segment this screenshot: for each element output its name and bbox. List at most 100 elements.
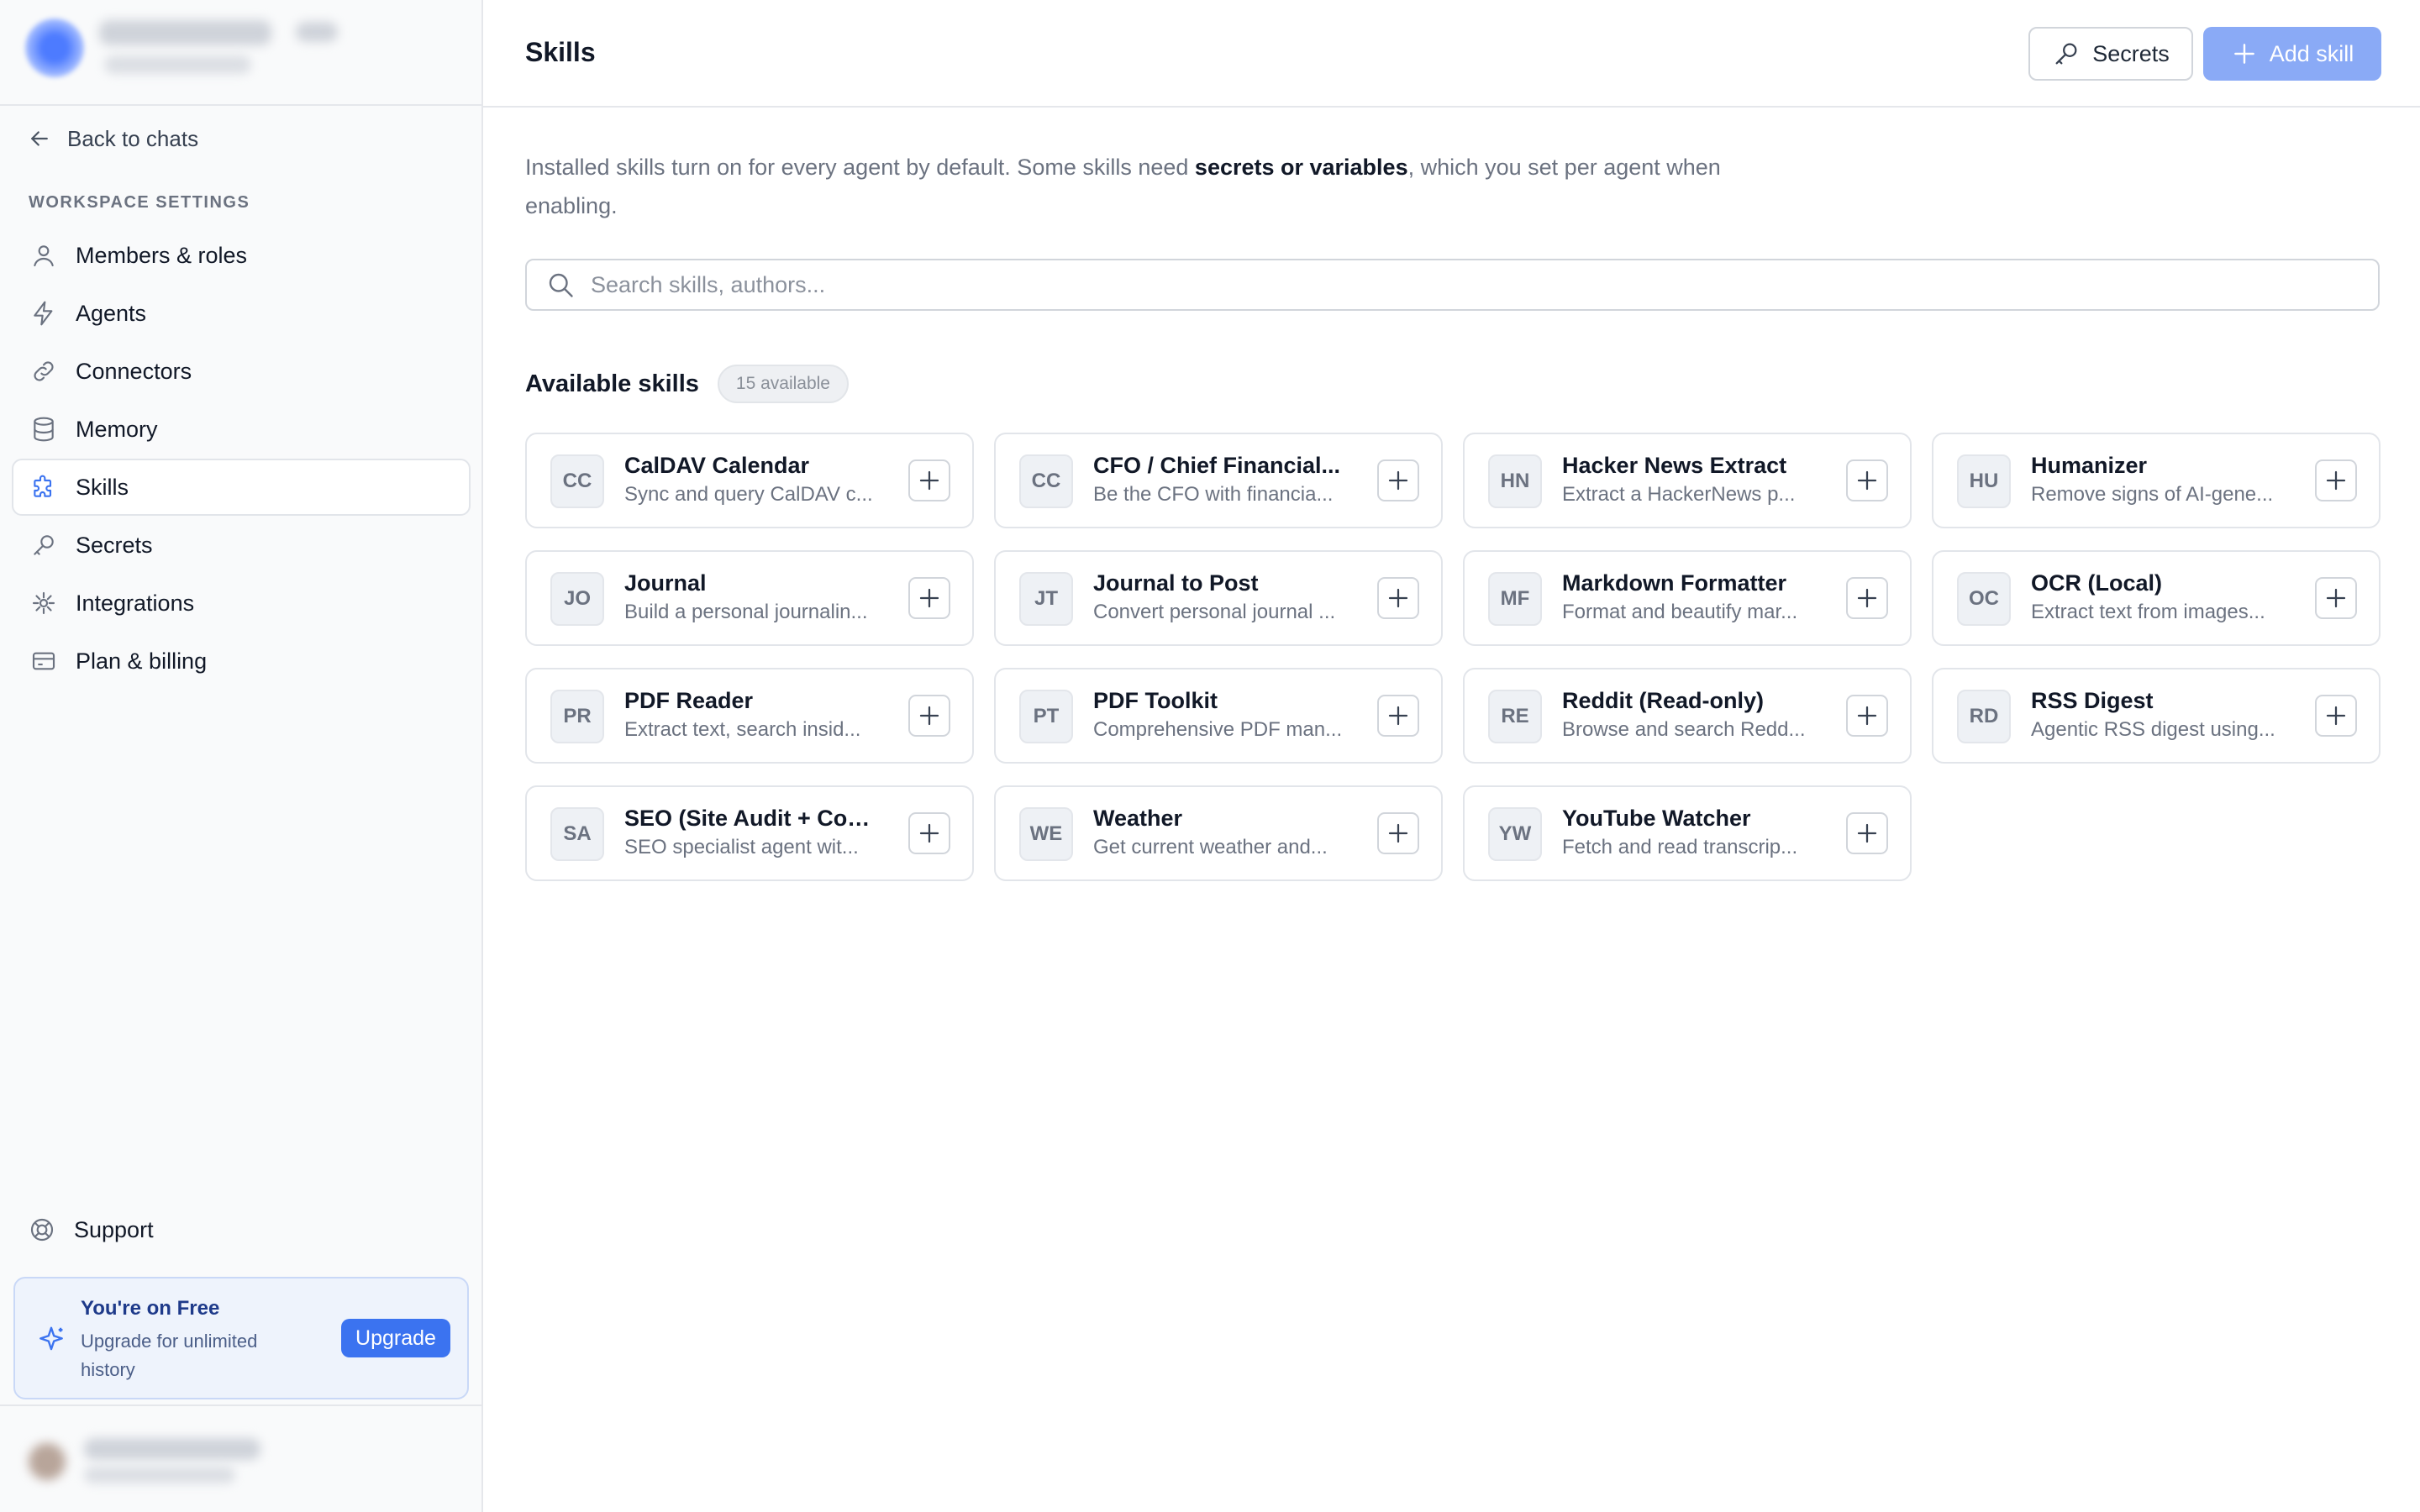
- sidebar-item-skills[interactable]: Skills: [12, 459, 471, 516]
- sidebar-item-label: Skills: [76, 474, 129, 500]
- skill-initials-badge: RD: [1957, 690, 2011, 743]
- add-skill-plus-button[interactable]: [2315, 695, 2357, 737]
- plus-icon: [2326, 588, 2346, 608]
- available-skills-header: Available skills 15 available: [525, 365, 849, 403]
- plus-icon: [1388, 470, 1408, 491]
- skill-card[interactable]: RE Reddit (Read-only) Browse and search Re…: [1463, 668, 1912, 764]
- skill-initials-badge: SA: [550, 807, 604, 861]
- user-name-redacted: [84, 1438, 260, 1460]
- skill-initials-badge: HU: [1957, 454, 2011, 508]
- skill-description: Get current weather and...: [1093, 836, 1328, 858]
- add-skill-plus-button[interactable]: [1846, 459, 1888, 501]
- skill-description: Extract text from images...: [2031, 601, 2265, 623]
- available-skills-title: Available skills: [525, 370, 699, 397]
- upgrade-button[interactable]: Upgrade: [341, 1319, 450, 1357]
- skill-name: PDF Reader: [624, 688, 754, 713]
- support-link[interactable]: Support: [29, 1216, 154, 1243]
- secrets-button[interactable]: Secrets: [2028, 27, 2193, 81]
- skill-name: CFO / Chief Financial...: [1093, 453, 1341, 478]
- sidebar-item-billing[interactable]: Plan & billing: [12, 633, 471, 690]
- sidebar: Back to chats WORKSPACE SETTINGS Members…: [0, 0, 483, 1512]
- plus-icon: [2233, 44, 2254, 64]
- skill-card[interactable]: MF Markdown Formatter Format and beautify …: [1463, 550, 1912, 646]
- sidebar-item-label: Plan & billing: [76, 648, 208, 674]
- add-skill-plus-button[interactable]: [1846, 812, 1888, 854]
- key-icon: [2055, 43, 2077, 65]
- skill-card[interactable]: HU Humanizer Remove signs of AI-gene...: [1932, 433, 2381, 528]
- skill-card[interactable]: CC CalDAV Calendar Sync and query CalDAV c…: [525, 433, 974, 528]
- skill-card[interactable]: PT PDF Toolkit Comprehensive PDF man...: [994, 668, 1443, 764]
- sidebar-item-members[interactable]: Members & roles: [12, 227, 471, 284]
- skill-description: Comprehensive PDF man...: [1093, 718, 1343, 741]
- sidebar-item-label: Memory: [76, 416, 158, 442]
- add-skill-plus-button[interactable]: [908, 695, 950, 737]
- sidebar-item-memory[interactable]: Memory: [12, 401, 471, 458]
- sidebar-item-integrations[interactable]: Integrations: [12, 575, 471, 632]
- workspace-switcher[interactable]: [0, 0, 481, 106]
- add-skill-plus-button[interactable]: [1377, 812, 1419, 854]
- skill-description: Remove signs of AI-gene...: [2031, 483, 2274, 506]
- skill-name: Weather: [1093, 806, 1183, 831]
- user-menu[interactable]: [0, 1404, 483, 1512]
- add-skill-plus-button[interactable]: [1377, 459, 1419, 501]
- plus-icon: [919, 706, 939, 726]
- skill-name: Humanizer: [2031, 453, 2148, 478]
- plus-icon: [1857, 706, 1877, 726]
- skill-card[interactable]: JO Journal Build a personal journalin...: [525, 550, 974, 646]
- key-icon: [34, 535, 54, 555]
- plus-icon: [1388, 588, 1408, 608]
- sidebar-item-connectors[interactable]: Connectors: [12, 343, 471, 400]
- plus-icon: [1388, 823, 1408, 843]
- plus-icon: [1857, 470, 1877, 491]
- skill-name: PDF Toolkit: [1093, 688, 1218, 713]
- skill-card[interactable]: RD RSS Digest Agentic RSS digest using...: [1932, 668, 2381, 764]
- skill-card[interactable]: JT Journal to Post Convert personal journa…: [994, 550, 1443, 646]
- skill-card[interactable]: OC OCR (Local) Extract text from images...: [1932, 550, 2381, 646]
- page-title: Skills: [525, 37, 596, 67]
- search-input[interactable]: [591, 271, 2355, 298]
- plan-subtitle: Upgrade for unlimited history: [81, 1331, 258, 1380]
- add-skill-plus-button[interactable]: [908, 577, 950, 619]
- puzzle-icon: [34, 475, 52, 497]
- skill-card[interactable]: SA SEO (Site Audit + Con... SEO specialist…: [525, 785, 974, 881]
- skill-initials-badge: RE: [1488, 690, 1542, 743]
- plus-icon: [919, 823, 939, 843]
- skill-card[interactable]: PR PDF Reader Extract text, search insid..…: [525, 668, 974, 764]
- add-skill-plus-button[interactable]: [1377, 695, 1419, 737]
- sidebar-item-agents[interactable]: Agents: [12, 285, 471, 342]
- back-to-chats-link[interactable]: Back to chats: [27, 122, 198, 155]
- skill-name: RSS Digest: [2031, 688, 2154, 713]
- search-box[interactable]: [525, 259, 2380, 311]
- skill-name: Markdown Formatter: [1562, 570, 1787, 596]
- add-skill-plus-button[interactable]: [908, 812, 950, 854]
- add-skill-plus-button[interactable]: [1846, 695, 1888, 737]
- add-skill-plus-button[interactable]: [2315, 577, 2357, 619]
- plus-icon: [919, 588, 939, 608]
- workspace-sub-redacted: [104, 55, 251, 74]
- sidebar-item-secrets[interactable]: Secrets: [12, 517, 471, 574]
- skill-description: Browse and search Redd...: [1562, 718, 1806, 741]
- skill-description: Extract text, search insid...: [624, 718, 861, 741]
- avatar: [29, 1443, 66, 1480]
- sidebar-item-label: Connectors: [76, 358, 192, 384]
- skill-initials-badge: PT: [1019, 690, 1073, 743]
- skill-card[interactable]: HN Hacker News Extract Extract a HackerNew…: [1463, 433, 1912, 528]
- skill-card[interactable]: WE Weather Get current weather and...: [994, 785, 1443, 881]
- skill-initials-badge: PR: [550, 690, 604, 743]
- skill-card[interactable]: YW YouTube Watcher Fetch and read transcri…: [1463, 785, 1912, 881]
- skill-description: Extract a HackerNews p...: [1562, 483, 1796, 506]
- workspace-avatar: [25, 18, 84, 77]
- lifebuoy-icon: [30, 1218, 54, 1242]
- search-icon: [549, 273, 573, 297]
- add-skill-plus-button[interactable]: [2315, 459, 2357, 501]
- sidebar-item-label: Secrets: [76, 532, 153, 558]
- add-skill-plus-button[interactable]: [1846, 577, 1888, 619]
- add-skill-plus-button[interactable]: [1377, 577, 1419, 619]
- skill-card[interactable]: CC CFO / Chief Financial... Be the CFO wit…: [994, 433, 1443, 528]
- workspace-name-redacted: [99, 20, 271, 45]
- skill-description: SEO specialist agent wit...: [624, 836, 859, 858]
- add-skill-button[interactable]: Add skill: [2203, 27, 2381, 81]
- skill-description: Agentic RSS digest using...: [2031, 718, 2275, 741]
- user-email-redacted: [84, 1467, 235, 1483]
- add-skill-plus-button[interactable]: [908, 459, 950, 501]
